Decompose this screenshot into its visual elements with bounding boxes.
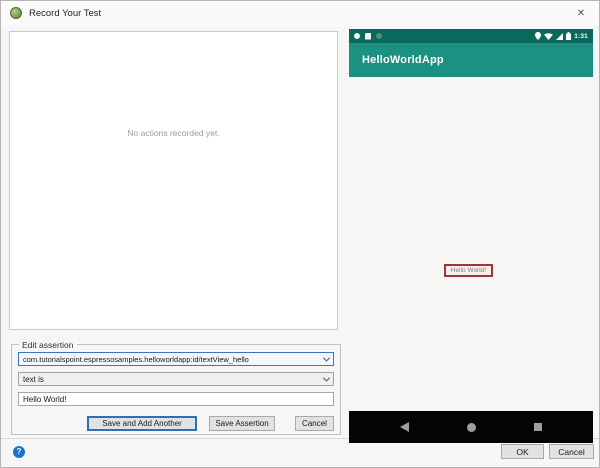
assertion-type-value: text is	[23, 374, 44, 384]
home-icon[interactable]	[467, 422, 476, 432]
help-icon[interactable]: ?	[13, 446, 25, 458]
app-screen: Hello World!	[349, 77, 593, 411]
highlighted-textview-hello[interactable]: Hello World!	[444, 264, 493, 277]
no-actions-message: No actions recorded yet.	[127, 128, 220, 138]
notification-dot-dim-icon	[376, 33, 382, 39]
recents-icon[interactable]	[534, 423, 542, 431]
back-icon[interactable]	[400, 422, 409, 432]
notification-dot-icon	[354, 33, 360, 39]
android-status-bar: 1:31	[349, 29, 593, 43]
edit-assertion-label: Edit assertion	[19, 340, 77, 350]
title-bar: Record Your Test ✕	[1, 1, 599, 26]
save-and-add-another-button[interactable]: Save and Add Another	[87, 416, 197, 431]
close-icon[interactable]: ✕	[573, 6, 589, 22]
device-screenshot-panel: 1:31 HelloWorldApp Hello World!	[349, 29, 593, 443]
assertion-type-dropdown[interactable]: text is	[18, 372, 334, 386]
element-selector-value: com.tutorialspoint.espressosamples.hello…	[23, 354, 249, 364]
window-title: Record Your Test	[29, 8, 102, 19]
assertion-cancel-button[interactable]: Cancel	[295, 416, 334, 431]
dialog-cancel-button[interactable]: Cancel	[549, 444, 594, 459]
location-pin-icon	[535, 32, 542, 40]
signal-icon	[556, 32, 564, 40]
edit-assertion-group: Edit assertion com.tutorialspoint.espres…	[11, 340, 341, 435]
expected-text-input[interactable]	[18, 392, 334, 406]
save-assertion-button[interactable]: Save Assertion	[209, 416, 275, 431]
app-title: HelloWorldApp	[362, 54, 444, 66]
android-nav-bar	[349, 411, 593, 443]
ok-button[interactable]: OK	[501, 444, 544, 459]
record-test-app-icon	[10, 7, 22, 19]
element-selector-dropdown[interactable]: com.tutorialspoint.espressosamples.hello…	[18, 352, 334, 366]
battery-icon	[566, 32, 572, 40]
chevron-down-icon	[322, 354, 331, 362]
status-bar-clock: 1:31	[574, 32, 588, 40]
status-bar-right-icons: 1:31	[535, 32, 588, 40]
record-your-test-dialog: Record Your Test ✕ No actions recorded y…	[0, 0, 600, 468]
sd-card-icon	[365, 32, 371, 40]
recorded-actions-panel: No actions recorded yet.	[9, 31, 338, 330]
chevron-down-icon	[322, 374, 331, 382]
status-bar-left-icons	[354, 32, 382, 40]
wifi-icon	[544, 32, 554, 40]
app-action-bar: HelloWorldApp	[349, 43, 593, 77]
